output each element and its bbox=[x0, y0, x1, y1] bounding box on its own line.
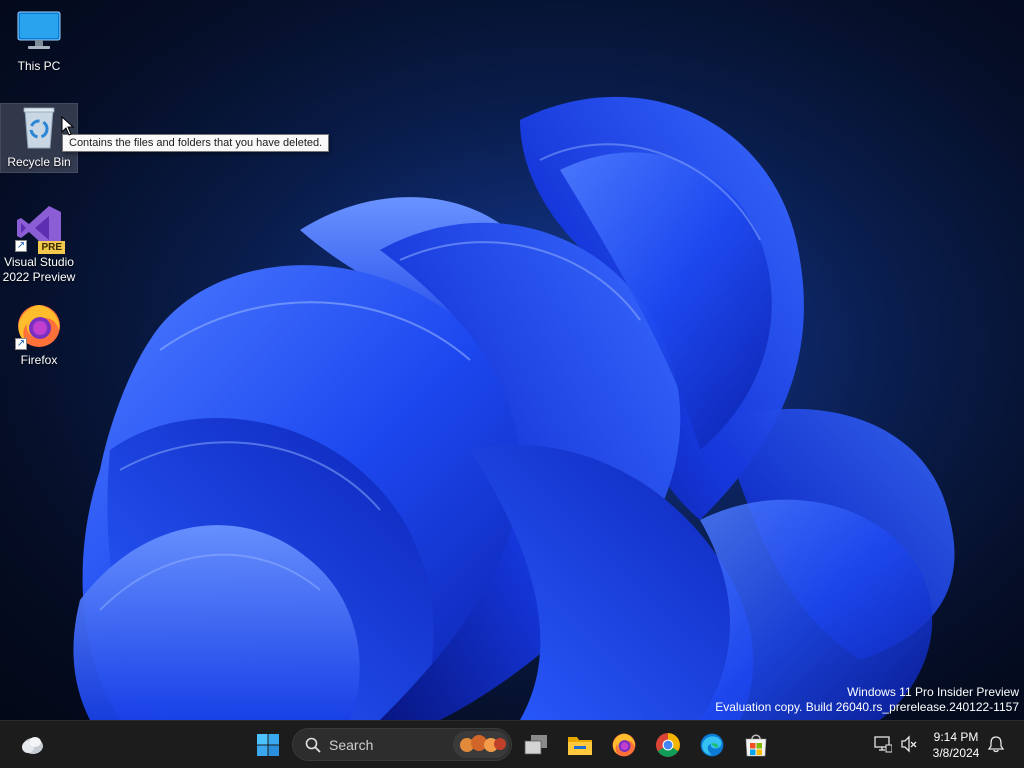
chrome-icon bbox=[656, 733, 680, 757]
clock-time: 9:14 PM bbox=[933, 730, 979, 744]
edge-icon bbox=[700, 733, 724, 757]
visual-studio-icon: PRE ↗ bbox=[15, 204, 65, 254]
clock-date: 3/8/2024 bbox=[932, 746, 980, 760]
store-icon bbox=[745, 734, 767, 757]
network-icon[interactable] bbox=[874, 735, 892, 753]
desktop-icon-visual-studio[interactable]: PRE ↗ Visual Studio 2022 Preview bbox=[1, 204, 77, 285]
desktop: This PC Recycle Bin PRE ↗ Visual Studio … bbox=[0, 0, 1024, 720]
firefox-icon bbox=[612, 733, 636, 757]
wallpaper-bloom bbox=[0, 0, 1024, 720]
shortcut-arrow-icon: ↗ bbox=[15, 338, 27, 350]
volume-muted-icon[interactable] bbox=[900, 735, 918, 753]
desktop-icon-label: Visual Studio 2022 Preview bbox=[2, 255, 76, 284]
shortcut-arrow-icon: ↗ bbox=[15, 240, 27, 252]
chrome-taskbar-button[interactable] bbox=[650, 727, 686, 763]
firefox-taskbar-button[interactable] bbox=[606, 727, 642, 763]
watermark-line1: Windows 11 Pro Insider Preview bbox=[847, 685, 1019, 699]
search-highlight-icon bbox=[453, 731, 509, 758]
file-explorer-button[interactable] bbox=[562, 727, 598, 763]
desktop-icon-firefox[interactable]: ↗ Firefox bbox=[1, 302, 77, 368]
desktop-icon-this-pc[interactable]: This PC bbox=[1, 8, 77, 74]
mouse-cursor-icon bbox=[61, 116, 75, 136]
desktop-icon-label: Firefox bbox=[20, 353, 58, 367]
taskbar: Search 9:14 PM 3/8/2024 bbox=[0, 720, 1024, 768]
pre-badge: PRE bbox=[38, 241, 65, 254]
search-box[interactable]: Search bbox=[292, 728, 512, 761]
file-explorer-icon bbox=[568, 737, 592, 755]
recycle-bin-icon bbox=[15, 104, 63, 152]
evaluation-watermark: Windows 11 Pro Insider Preview Evaluatio… bbox=[715, 685, 1019, 715]
search-icon bbox=[305, 737, 321, 753]
widgets-button[interactable] bbox=[14, 727, 50, 763]
start-icon bbox=[257, 734, 279, 756]
task-view-icon bbox=[524, 735, 547, 755]
desktop-icon-label: This PC bbox=[17, 59, 61, 73]
firefox-icon: ↗ bbox=[15, 302, 63, 350]
watermark-line2: Evaluation copy. Build 26040.rs_prerelea… bbox=[715, 700, 1019, 714]
clock[interactable]: 9:14 PM 3/8/2024 bbox=[928, 729, 984, 761]
edge-taskbar-button[interactable] bbox=[694, 727, 730, 763]
monitor-icon bbox=[15, 8, 63, 56]
search-placeholder: Search bbox=[329, 736, 374, 753]
store-taskbar-button[interactable] bbox=[738, 727, 774, 763]
task-view-button[interactable] bbox=[518, 727, 554, 763]
notification-bell-icon[interactable] bbox=[987, 735, 1005, 753]
desktop-icon-label: Recycle Bin bbox=[7, 155, 71, 169]
start-button[interactable] bbox=[250, 727, 286, 763]
tooltip: Contains the files and folders that you … bbox=[62, 134, 330, 152]
widgets-icon bbox=[22, 737, 43, 754]
